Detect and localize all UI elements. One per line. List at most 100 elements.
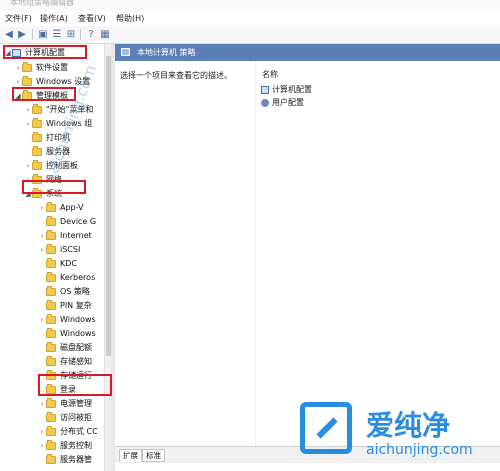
folder-icon — [32, 103, 42, 114]
column-header-name[interactable]: 名称 — [262, 69, 278, 80]
chevron-right-icon[interactable]: › — [38, 246, 46, 254]
folder-icon — [46, 411, 56, 422]
folder-view-icon[interactable]: ▣ — [37, 28, 49, 40]
tab-extended[interactable]: 扩展 — [119, 449, 142, 462]
tree-item-windows-1[interactable]: › Windows — [38, 313, 96, 326]
highlight-power-management — [38, 374, 112, 396]
folder-icon — [46, 271, 56, 282]
tree-item-iscsi[interactable]: › iSCSI — [38, 243, 80, 256]
tree-item-kdc[interactable]: KDC — [38, 257, 77, 270]
tree-item-server-manager[interactable]: 服务器管 — [38, 453, 92, 466]
highlight-admin-templates — [12, 87, 76, 101]
tree-item-os-policy[interactable]: OS 策略 — [38, 285, 90, 298]
details-header: 本地计算机 策略 — [115, 44, 500, 61]
tree-item-windows-2[interactable]: Windows — [38, 327, 96, 340]
chevron-right-icon[interactable]: › — [38, 442, 46, 450]
folder-icon — [46, 397, 56, 408]
tree-item-disk-quota[interactable]: 磁盘配额 — [38, 341, 92, 354]
tree-item-label: iSCSI — [60, 245, 81, 254]
tree-item-label: 服务器管 — [60, 455, 92, 464]
folder-icon — [46, 341, 56, 352]
tree-item-service-control[interactable]: › 服务控制 — [38, 439, 92, 452]
tree-item-access-denied[interactable]: 访问被拒 — [38, 411, 92, 424]
console-icon[interactable]: ▦ — [99, 28, 111, 40]
description-text: 选择一个项目来查看它的描述。 — [120, 71, 232, 80]
tree-item-internet[interactable]: › Internet — [38, 229, 92, 242]
tree-item-label: Windows — [60, 315, 96, 324]
toolbar-separator — [32, 29, 33, 40]
folder-icon — [46, 425, 56, 436]
tab-standard[interactable]: 标准 — [142, 449, 165, 462]
back-icon[interactable]: ◀ — [3, 28, 15, 40]
tree-item-label: 服务控制 — [60, 441, 92, 450]
tree-item-storage-sense[interactable]: 存储感知 — [38, 355, 92, 368]
tree-item-kerberos[interactable]: Kerberos — [38, 271, 95, 284]
watermark-brand: 爱纯净 — [366, 409, 451, 442]
tree-item-software-settings[interactable]: › 软件设置 — [14, 61, 68, 74]
title-bar: 本地组策略编辑器 — [0, 0, 500, 11]
user-config-icon — [261, 98, 269, 107]
tree-item-label: PIN 复杂 — [60, 301, 92, 310]
folder-icon — [32, 145, 42, 156]
computer-config-icon — [261, 85, 269, 94]
export-icon[interactable]: ⊞ — [65, 28, 77, 40]
folder-icon — [32, 117, 42, 128]
list-item-computer-config[interactable]: 计算机配置 — [261, 84, 312, 95]
folder-icon — [32, 131, 42, 142]
list-item-user-config[interactable]: 用户配置 — [261, 97, 304, 108]
folder-icon — [46, 355, 56, 366]
menu-view[interactable]: 查看(V) — [78, 13, 106, 24]
chevron-right-icon[interactable]: › — [14, 78, 22, 86]
menu-action[interactable]: 操作(A) — [40, 13, 68, 24]
chevron-right-icon[interactable]: › — [24, 120, 32, 128]
help-icon[interactable]: ? — [85, 28, 97, 40]
window-title: 本地组策略编辑器 — [10, 0, 74, 7]
folder-icon — [32, 159, 42, 170]
toolbar-separator — [80, 29, 81, 40]
folder-icon — [46, 299, 56, 310]
tree-item-power-management[interactable]: › 电源管理 — [38, 397, 92, 410]
highlight-computer-config — [3, 45, 87, 59]
folder-icon — [46, 327, 56, 338]
chevron-right-icon[interactable]: › — [38, 316, 46, 324]
watermark: 爱纯净 aichunjing.com — [300, 402, 500, 462]
list-icon[interactable]: ☰ — [51, 28, 63, 40]
tree-item-label: OS 策略 — [60, 287, 90, 296]
folder-icon — [22, 61, 32, 72]
navigation-tree: ◢ 计算机配置 › 软件设置 › Windows 设置 ◢ 管理模板 › "开始… — [0, 44, 104, 471]
menu-bar: 文件(F) 操作(A) 查看(V) 帮助(H) — [0, 11, 500, 26]
tree-item-label: Device G — [60, 217, 97, 226]
tree-item-label: 电源管理 — [60, 399, 92, 408]
list-item-label: 用户配置 — [272, 98, 304, 107]
list-item-label: 计算机配置 — [272, 85, 312, 94]
tree-item-label: 分布式 CC — [60, 427, 98, 436]
chevron-right-icon[interactable]: › — [38, 204, 46, 212]
chevron-right-icon[interactable]: › — [38, 400, 46, 408]
tree-item-label: 软件设置 — [36, 63, 68, 72]
tree-item-label: Kerberos — [60, 273, 96, 282]
chevron-right-icon[interactable]: › — [24, 106, 32, 114]
forward-icon[interactable]: ▶ — [16, 28, 28, 40]
folder-icon — [46, 201, 56, 212]
folder-icon — [46, 439, 56, 450]
menu-help[interactable]: 帮助(H) — [116, 13, 144, 24]
chevron-right-icon[interactable]: › — [14, 64, 22, 72]
chevron-right-icon[interactable]: › — [24, 162, 32, 170]
menu-file[interactable]: 文件(F) — [5, 13, 32, 24]
watermark-url: aichunjing.com — [366, 442, 473, 458]
highlight-system — [22, 180, 86, 194]
computer-icon — [121, 48, 130, 56]
column-divider — [255, 61, 256, 456]
tree-item-distributed-com[interactable]: › 分布式 CC — [38, 425, 98, 438]
toolbar: ◀ ▶ ▣ ☰ ⊞ ? ▦ — [0, 26, 500, 44]
tree-item-app-v[interactable]: › App-V — [38, 201, 84, 214]
chevron-right-icon[interactable]: › — [38, 232, 46, 240]
watermark-logo-icon — [300, 402, 352, 454]
tree-item-pin-complexity[interactable]: PIN 复杂 — [38, 299, 92, 312]
details-header-title: 本地计算机 策略 — [137, 48, 196, 57]
folder-icon — [46, 257, 56, 268]
folder-icon — [46, 313, 56, 324]
chevron-right-icon[interactable]: › — [38, 428, 46, 436]
tree-item-device-guard[interactable]: Device G — [38, 215, 96, 228]
folder-icon — [46, 285, 56, 296]
